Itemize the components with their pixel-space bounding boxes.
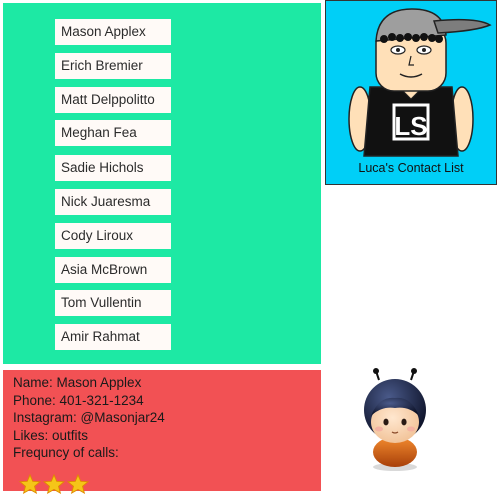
contact-button-erich-bremier[interactable]: Erich Bremier	[55, 53, 171, 79]
detail-instagram: Instagram: @Masonjar24	[13, 410, 165, 425]
logo-panel: LS Luca's Contact List	[325, 0, 497, 185]
svg-text:LS: LS	[394, 111, 427, 141]
star-icon	[19, 474, 41, 494]
frequency-stars	[19, 474, 89, 494]
contact-button-meghan-fea[interactable]: Meghan Fea	[55, 120, 171, 146]
contact-button-amir-rahmat[interactable]: Amir Rahmat	[55, 324, 171, 350]
detail-likes: Likes: outfits	[13, 427, 89, 443]
detail-frequency: Frequncy of calls:	[13, 445, 119, 460]
detail-name: Name: Mason Applex	[13, 375, 142, 390]
contact-details-panel: Name: Mason Applex Phone: 401-321-1234 I…	[3, 370, 321, 494]
contact-button-cody-liroux[interactable]: Cody Liroux	[55, 223, 171, 249]
detail-phone: Phone: 401-321-1234	[13, 392, 144, 408]
contact-button-matt-delppolitto[interactable]: Matt Delppolitto	[55, 87, 171, 113]
contact-button-mason-applex[interactable]: Mason Applex	[55, 19, 171, 45]
star-icon	[67, 474, 89, 494]
mascot-doll-icon	[364, 368, 426, 471]
star-icon	[43, 474, 65, 494]
contact-button-tom-vullentin[interactable]: Tom Vullentin	[55, 290, 171, 316]
logo-caption: Luca's Contact List	[358, 161, 464, 175]
contact-button-nick-juaresma[interactable]: Nick Juaresma	[55, 189, 171, 215]
contact-list-panel: Mason Applex Erich Bremier Matt Delppoli…	[3, 3, 321, 364]
contact-button-sadie-hichols[interactable]: Sadie Hichols	[55, 155, 171, 181]
contact-button-asia-mcbrown[interactable]: Asia McBrown	[55, 257, 171, 283]
avatar-illustration: LS	[348, 8, 492, 157]
